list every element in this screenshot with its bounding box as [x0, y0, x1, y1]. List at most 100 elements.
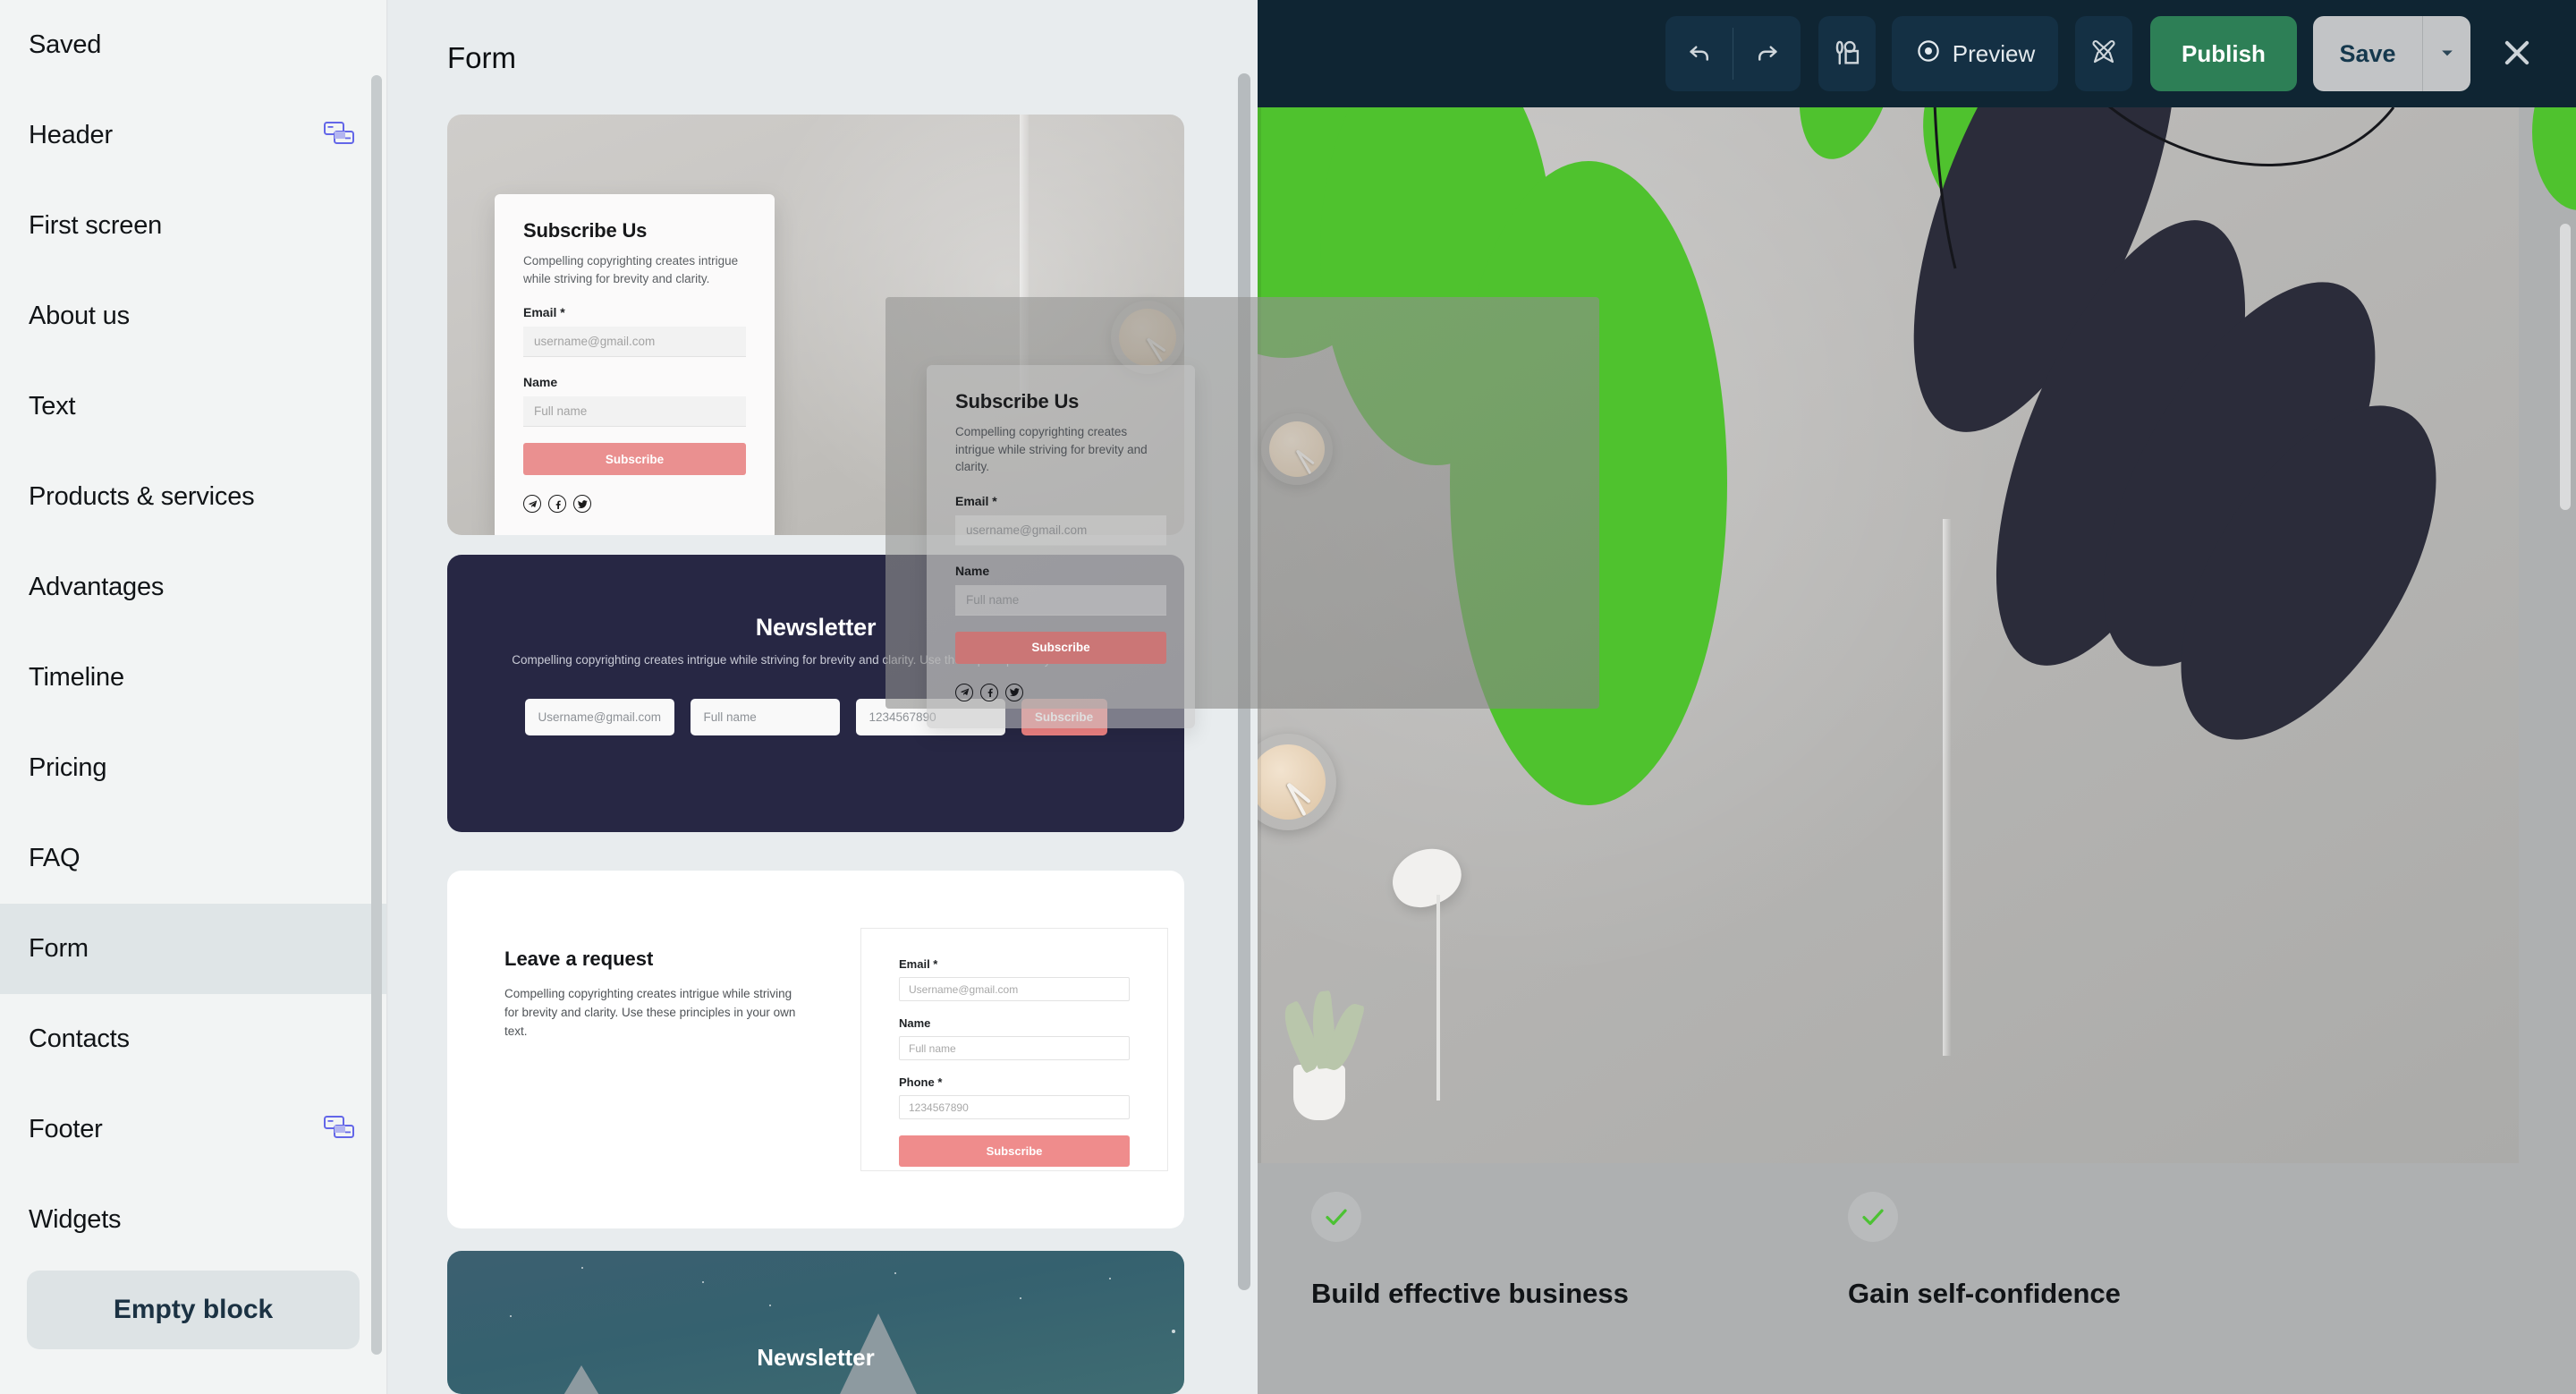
sidebar-item-timeline[interactable]: Timeline [0, 633, 386, 723]
facebook-icon[interactable] [548, 495, 566, 514]
sidebar-item-form[interactable]: Form [0, 904, 386, 994]
newsletter-phone-input[interactable]: 1234567890 [855, 699, 1005, 735]
green-blob-decor [1450, 161, 1727, 805]
email-label: Email * [523, 305, 565, 320]
email-label: Email * [899, 957, 938, 971]
name-input[interactable]: Full name [899, 1036, 1130, 1060]
sidebar-item-about-us[interactable]: About us [0, 271, 386, 361]
telegram-icon[interactable] [523, 495, 541, 514]
sidebar-item-header[interactable]: Header [0, 90, 386, 181]
newsletter-name-input[interactable]: Full name [690, 699, 840, 735]
subscribe-card[interactable]: Subscribe Us Compelling copyrighting cre… [495, 194, 775, 535]
feature-item[interactable]: Gain self-confidence [1848, 1192, 2121, 1310]
sidebar-item-label: FAQ [29, 844, 80, 872]
wall-edge-decor [1020, 115, 1029, 401]
name-label: Name [899, 1016, 931, 1030]
duplicate-icon[interactable] [324, 122, 354, 149]
request-description: Compelling copyrighting creates intrigue… [504, 987, 796, 1038]
phone-input[interactable]: 1234567890 [899, 1095, 1130, 1119]
sidebar-item-faq[interactable]: FAQ [0, 813, 386, 904]
social-links [523, 495, 746, 514]
block-newsletter-mountain[interactable]: Newsletter [447, 1251, 1184, 1394]
sidebar-item-pricing[interactable]: Pricing [0, 723, 386, 813]
canvas-left-divider [386, 0, 388, 1394]
close-editor-button[interactable] [2492, 29, 2542, 79]
block-newsletter-dark[interactable]: Newsletter Compelling copyrighting creat… [447, 555, 1184, 832]
newsletter-subscribe-button[interactable]: Subscribe [1021, 699, 1107, 735]
brush-shape-icon [1832, 38, 1862, 71]
check-icon [1848, 1192, 1898, 1242]
canvas-scrollbar[interactable] [1238, 73, 1250, 1290]
sidebar-item-widgets[interactable]: Widgets [0, 1175, 386, 1265]
newsletter-description: Compelling copyrighting creates intrigue… [512, 653, 1120, 667]
sidebar-item-label: Widgets [29, 1205, 122, 1234]
preview-button[interactable]: Preview [1892, 16, 2058, 91]
mountain-newsletter-heading: Newsletter [757, 1344, 875, 1371]
block-leave-request[interactable]: Leave a request Compelling copyrighting … [447, 871, 1184, 1228]
request-subscribe-button[interactable]: Subscribe [899, 1135, 1130, 1167]
save-options-button[interactable] [2422, 16, 2470, 91]
plant-pot-decor [1293, 1065, 1345, 1120]
sidebar-item-label: Text [29, 392, 76, 421]
sidebar-item-saved[interactable]: Saved [0, 0, 386, 90]
sidebar-item-contacts[interactable]: Contacts [0, 994, 386, 1084]
newsletter-email-input[interactable]: Username@gmail.com [524, 699, 674, 735]
sidebar-item-label: Form [29, 934, 89, 963]
wall-edge-decor [1943, 519, 1951, 1056]
sidebar-item-text[interactable]: Text [0, 361, 386, 452]
feature-title: Build effective business [1311, 1278, 1629, 1309]
sidebar-item-footer[interactable]: Footer [0, 1084, 386, 1175]
design-button[interactable] [1818, 16, 1876, 91]
sidebar-scrollbar[interactable] [371, 75, 382, 1355]
undo-icon [1686, 39, 1713, 69]
sidebar-item-label: First screen [29, 211, 163, 240]
sidebar-item-label: Contacts [29, 1024, 130, 1053]
sidebar-item-label: Timeline [29, 663, 124, 692]
twitter-icon[interactable] [573, 495, 591, 514]
name-label: Name [523, 375, 558, 390]
empty-block-button[interactable]: Empty block [27, 1271, 360, 1349]
design-tools-button[interactable] [2075, 16, 2132, 91]
sidebar-item-label: Header [29, 121, 113, 149]
clock-decor [1111, 301, 1184, 374]
eye-target-icon [1915, 38, 1942, 71]
request-text-column: Leave a request Compelling copyrighting … [504, 948, 800, 1041]
request-form[interactable]: Email * Username@gmail.com Name Full nam… [860, 928, 1168, 1171]
subscribe-heading: Subscribe Us [523, 219, 648, 242]
block-subscribe-photo[interactable]: Subscribe Us Compelling copyrighting cre… [447, 115, 1184, 535]
publish-button[interactable]: Publish [2150, 16, 2297, 91]
pencil-ruler-icon [2089, 38, 2118, 70]
save-button[interactable]: Save [2313, 16, 2422, 91]
site-preview-panel: Build effective business Gain self-confi… [1258, 0, 2576, 1394]
sidebar-item-label: Footer [29, 1115, 103, 1143]
request-heading: Leave a request [504, 948, 654, 970]
phone-label: Phone * [899, 1075, 943, 1089]
sidebar-item-first-screen[interactable]: First screen [0, 181, 386, 271]
email-input[interactable]: Username@gmail.com [899, 977, 1130, 1001]
newsletter-heading: Newsletter [755, 614, 877, 641]
lamp-decor [1384, 838, 1470, 917]
undo-redo-group [1665, 16, 1801, 91]
feature-title: Gain self-confidence [1848, 1278, 2121, 1309]
page-canvas: Form Subscribe Us Compelling copyrightin… [386, 0, 1258, 1394]
sidebar-item-products-services[interactable]: Products & services [0, 452, 386, 542]
clock-decor [1258, 734, 1336, 830]
newsletter-form-row: Username@gmail.com Full name 1234567890 … [447, 699, 1184, 735]
undo-button[interactable] [1665, 16, 1733, 91]
sidebar-item-label: Products & services [29, 482, 255, 511]
redo-icon [1754, 39, 1781, 69]
editor-toolbar: Preview Publish Save [1258, 0, 2576, 107]
sidebar-item-label: Advantages [29, 573, 165, 601]
feature-item[interactable]: Build effective business [1311, 1192, 1629, 1310]
duplicate-icon[interactable] [324, 1116, 354, 1143]
chevron-down-icon [2438, 44, 2456, 64]
email-input[interactable]: username@gmail.com [523, 327, 746, 358]
subscribe-button[interactable]: Subscribe [523, 443, 746, 476]
redo-button[interactable] [1733, 16, 1801, 91]
sidebar-item-advantages[interactable]: Advantages [0, 542, 386, 633]
sidebar-item-label: Pricing [29, 753, 107, 782]
blocks-sidebar: Saved Header First screen About us Text [0, 0, 386, 1394]
name-input[interactable]: Full name [523, 396, 746, 428]
preview-scrollbar[interactable] [2560, 224, 2571, 510]
preview-label: Preview [1952, 39, 2036, 67]
